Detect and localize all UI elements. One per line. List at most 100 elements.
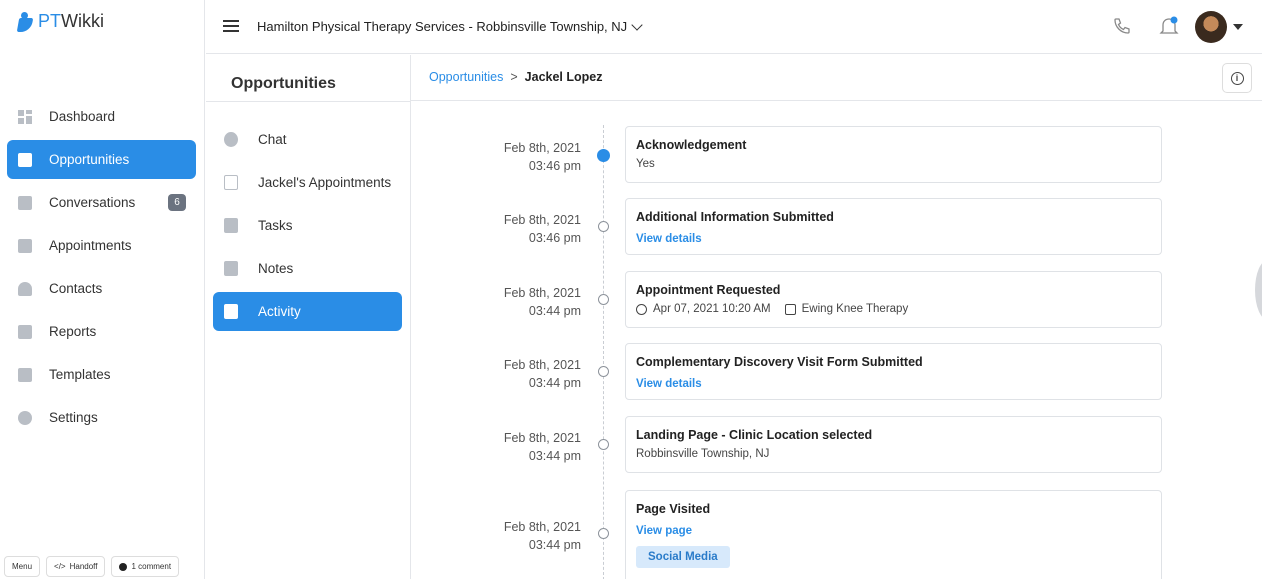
- sidebar-item-label: Opportunities: [49, 152, 130, 167]
- sidebar-item-appointments[interactable]: Appointments: [7, 226, 196, 265]
- sidebar: PTWikki Dashboard Opportunities Conversa…: [0, 0, 205, 579]
- activity-detail: Robbinsville Township, NJ: [636, 448, 770, 460]
- contacts-icon: [18, 281, 32, 296]
- hamburger-menu-icon[interactable]: [223, 20, 239, 32]
- timeline-dot: [598, 221, 609, 232]
- avatar[interactable]: [1195, 11, 1227, 43]
- notification-bell-icon[interactable]: [1159, 15, 1179, 37]
- brand-suffix: Wikki: [61, 11, 105, 31]
- sidebar-item-dashboard[interactable]: Dashboard: [7, 97, 196, 136]
- breadcrumb: Opportunities > Jackel Lopez: [429, 70, 603, 84]
- sidebar-item-contacts[interactable]: Contacts: [7, 269, 196, 308]
- panel-title: Opportunities: [231, 75, 336, 92]
- unread-count-badge: 6: [168, 194, 186, 211]
- gear-icon: [18, 410, 32, 425]
- subnav-item-label: Jackel's Appointments: [258, 175, 392, 190]
- activity-title: Landing Page - Clinic Location selected: [636, 428, 873, 442]
- info-button[interactable]: i: [1222, 63, 1252, 93]
- subnav-item-label: Tasks: [258, 218, 293, 233]
- conversations-icon: [18, 195, 32, 210]
- activity-card: Acknowledgement Yes: [625, 126, 1162, 183]
- info-icon: i: [1230, 71, 1244, 85]
- timeline-dot: [597, 149, 610, 162]
- appointment-location: Ewing Knee Therapy: [801, 303, 909, 315]
- practice-selector[interactable]: Hamilton Physical Therapy Services - Rob…: [257, 18, 643, 34]
- calendar-icon: [224, 175, 238, 190]
- activity-title: Acknowledgement: [636, 138, 747, 152]
- sidebar-item-label: Appointments: [49, 238, 132, 253]
- brand-logo[interactable]: PTWikki: [16, 11, 105, 32]
- view-page-link[interactable]: View page: [636, 525, 692, 537]
- entry-timestamp: Feb 8th, 2021 03:46 pm: [503, 213, 581, 245]
- activity-title: Additional Information Submitted: [636, 210, 834, 224]
- entry-timestamp: Feb 8th, 2021 03:44 pm: [503, 358, 581, 390]
- handoff-button[interactable]: </> Handoff: [46, 556, 106, 577]
- subnav-item-notes[interactable]: Notes: [213, 249, 402, 288]
- sidebar-item-reports[interactable]: Reports: [7, 312, 196, 351]
- reports-icon: [18, 324, 32, 339]
- view-details-link[interactable]: View details: [636, 378, 702, 390]
- comment-button[interactable]: 1 comment: [111, 556, 180, 577]
- entry-timestamp: Feb 8th, 2021 03:44 pm: [503, 520, 581, 552]
- notes-icon: [224, 261, 238, 276]
- timeline-dot: [598, 439, 609, 450]
- subnav-item-appointments[interactable]: Jackel's Appointments: [213, 163, 402, 202]
- subnav-item-label: Notes: [258, 261, 294, 276]
- practice-name: Hamilton Physical Therapy Services - Rob…: [257, 19, 628, 34]
- breadcrumb-bar: Opportunities > Jackel Lopez i: [411, 55, 1262, 101]
- chat-icon: [224, 132, 238, 147]
- activity-card: Appointment Requested Apr 07, 2021 10:20…: [625, 271, 1162, 328]
- subnav-item-label: Activity: [258, 304, 301, 319]
- source-tag: Social Media: [636, 546, 730, 568]
- timeline-dot: [598, 294, 609, 305]
- activity-title: Page Visited: [636, 502, 711, 516]
- activity-card: Landing Page - Clinic Location selected …: [625, 416, 1162, 473]
- activity-title: Complementary Discovery Visit Form Submi…: [636, 355, 923, 369]
- dashboard-icon: [18, 109, 32, 124]
- timeline-axis: [603, 125, 604, 579]
- sidebar-item-label: Contacts: [49, 281, 103, 296]
- timeline-dot: [598, 528, 609, 539]
- sidebar-item-label: Dashboard: [49, 109, 116, 124]
- activity-detail: Yes: [636, 158, 655, 170]
- sidebar-item-label: Settings: [49, 410, 98, 425]
- sidebar-item-templates[interactable]: Templates: [7, 355, 196, 394]
- subnav-list: Chat Jackel's Appointments Tasks Notes A…: [213, 120, 402, 335]
- calendar-icon: [18, 238, 32, 253]
- figma-toolbar: Menu </> Handoff 1 comment: [4, 556, 180, 577]
- appointment-detail: Apr 07, 2021 10:20 AM Ewing Knee Therapy: [636, 303, 1151, 315]
- sidebar-item-label: Reports: [49, 324, 97, 339]
- view-details-link[interactable]: View details: [636, 233, 702, 245]
- phone-icon[interactable]: [1112, 16, 1132, 36]
- sidebar-item-label: Conversations: [49, 195, 136, 210]
- subnav-item-activity[interactable]: Activity: [213, 292, 402, 331]
- opportunity-subnav: Opportunities Chat Jackel's Appointments…: [206, 55, 411, 579]
- entry-timestamp: Feb 8th, 2021 03:44 pm: [503, 431, 581, 463]
- appointment-time: Apr 07, 2021 10:20 AM: [653, 303, 771, 315]
- comment-icon: [119, 562, 128, 571]
- activity-card: Page Visited View page Social Media: [625, 490, 1162, 579]
- code-icon: </>: [54, 562, 66, 571]
- subnav-item-chat[interactable]: Chat: [213, 120, 402, 159]
- breadcrumb-link-opportunities[interactable]: Opportunities: [429, 70, 503, 84]
- breadcrumb-current: Jackel Lopez: [524, 70, 603, 84]
- clock-icon: [636, 303, 647, 315]
- menu-button[interactable]: Menu: [4, 556, 41, 577]
- entry-timestamp: Feb 8th, 2021 03:46 pm: [503, 141, 581, 173]
- subnav-item-label: Chat: [258, 132, 287, 147]
- caret-down-icon[interactable]: [1233, 24, 1243, 30]
- chevron-down-icon: [631, 18, 643, 31]
- timeline-dot: [598, 366, 609, 377]
- sidebar-item-conversations[interactable]: Conversations 6: [7, 183, 196, 222]
- activity-card: Complementary Discovery Visit Form Submi…: [625, 343, 1162, 400]
- activity-card: Additional Information Submitted View de…: [625, 198, 1162, 255]
- brand-prefix: PT: [38, 11, 62, 31]
- calendar-icon: [784, 303, 796, 315]
- sidebar-item-settings[interactable]: Settings: [7, 398, 196, 437]
- sidebar-item-opportunities[interactable]: Opportunities: [7, 140, 196, 179]
- subnav-item-tasks[interactable]: Tasks: [213, 206, 402, 245]
- breadcrumb-separator: >: [510, 70, 518, 84]
- main-nav: Dashboard Opportunities Conversations 6 …: [7, 97, 196, 441]
- activity-icon: [224, 304, 238, 319]
- opportunities-icon: [18, 152, 32, 167]
